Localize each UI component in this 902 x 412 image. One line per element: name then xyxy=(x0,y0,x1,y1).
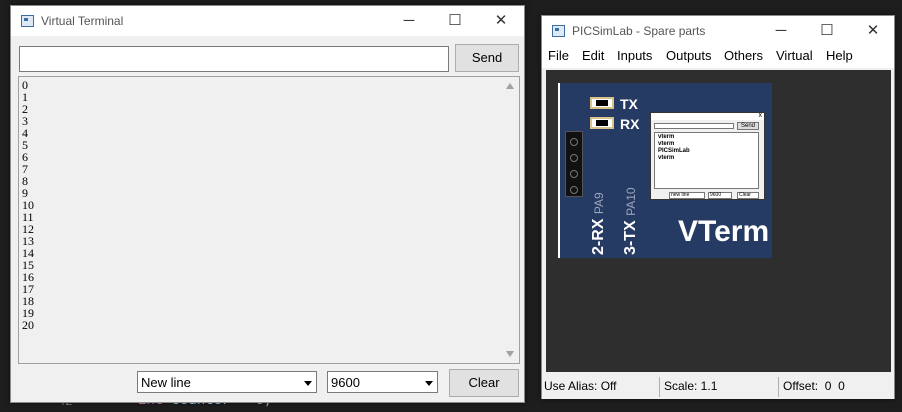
pin-2[interactable] xyxy=(570,154,578,162)
send-text-input[interactable] xyxy=(19,46,449,72)
scroll-down-arrow-icon[interactable] xyxy=(506,351,514,357)
pin-1[interactable] xyxy=(570,138,578,146)
menu-others[interactable]: Others xyxy=(724,48,763,63)
title-bar[interactable]: PICSimLab - Spare parts ─ ☐ ✕ xyxy=(542,16,894,46)
menu-outputs[interactable]: Outputs xyxy=(666,48,712,63)
clear-button[interactable]: Clear xyxy=(449,369,519,397)
scroll-up-arrow-icon[interactable] xyxy=(506,83,514,89)
menu-help[interactable]: Help xyxy=(826,48,853,63)
virtual-terminal-window: Virtual Terminal ─ ☐ ✕ Send 0 1 2 3 4 5 6 7 8 9 10… xyxy=(10,5,525,403)
menu-virtual[interactable]: Virtual xyxy=(776,48,813,63)
send-button[interactable]: Send xyxy=(455,44,519,72)
title-bar[interactable]: Virtual Terminal ─ ☐ ✕ xyxy=(11,6,524,36)
part-name: VTerm xyxy=(678,215,770,248)
mini-input xyxy=(654,123,734,129)
parts-canvas[interactable]: TX RX 2-RX PA9 3-TX PA10 x Send vterm vt… xyxy=(546,70,891,372)
rx-led xyxy=(590,117,614,129)
tx-led xyxy=(590,97,614,109)
line-ending-select[interactable]: New line xyxy=(137,371,317,393)
rx-pin-name: 2-RX xyxy=(590,218,607,255)
app-icon xyxy=(552,25,565,37)
chevron-down-icon xyxy=(304,381,312,386)
maximize-icon[interactable]: ☐ xyxy=(432,6,478,36)
line-ending-value: New line xyxy=(141,375,191,390)
menu-bar: File Edit Inputs Outputs Others Virtual … xyxy=(542,46,894,68)
tx-pin-name: 3-TX xyxy=(622,220,639,255)
mini-line-ending: new line xyxy=(669,192,705,199)
status-alias: Use Alias: Off xyxy=(544,379,617,393)
tx-led-label: TX xyxy=(620,96,638,112)
minimize-icon[interactable]: ─ xyxy=(758,16,804,46)
mini-line: PICSimLab xyxy=(658,148,690,154)
mini-line: vterm xyxy=(658,155,675,161)
maximize-icon[interactable]: ☐ xyxy=(804,16,850,46)
minimize-icon[interactable]: ─ xyxy=(386,6,432,36)
output-lines: 0 1 2 3 4 5 6 7 8 9 10 11 12 13 14 15 16 17 18 19 20 xyxy=(22,79,34,331)
chevron-down-icon xyxy=(425,381,433,386)
status-scale: Scale: 1.1 xyxy=(664,379,718,393)
output-line: 20 xyxy=(22,318,34,332)
status-bar: Use Alias: Off Scale: 1.1 Offset: 0 0 xyxy=(542,375,894,399)
mini-line: vterm xyxy=(658,134,675,140)
vertical-scrollbar[interactable] xyxy=(502,77,519,363)
tx-pin-port: PA10 xyxy=(624,187,638,216)
mini-output: vterm vterm PICSimLab vterm xyxy=(654,132,759,189)
baud-rate-value: 9600 xyxy=(331,375,360,390)
pin-header xyxy=(565,131,583,197)
board-edge xyxy=(558,83,560,258)
status-separator xyxy=(659,377,660,397)
mini-line: vterm xyxy=(658,141,675,147)
rx-pin-label: 2-RX PA9 xyxy=(590,192,608,255)
rx-pin-port: PA9 xyxy=(592,192,606,215)
window-title: Virtual Terminal xyxy=(41,14,124,28)
menu-edit[interactable]: Edit xyxy=(582,48,604,63)
pin-4[interactable] xyxy=(570,186,578,194)
app-icon xyxy=(21,15,34,27)
status-offset: Offset: 0 0 xyxy=(783,379,845,393)
vterm-part[interactable]: TX RX 2-RX PA9 3-TX PA10 x Send vterm vt… xyxy=(558,83,772,258)
pin-3[interactable] xyxy=(570,170,578,178)
mini-clear: Clear xyxy=(737,192,759,199)
mini-baud: 9600 xyxy=(708,192,732,199)
menu-inputs[interactable]: Inputs xyxy=(617,48,652,63)
close-icon[interactable]: ✕ xyxy=(850,16,896,46)
window-title: PICSimLab - Spare parts xyxy=(572,24,706,38)
menu-file[interactable]: File xyxy=(548,48,569,63)
mini-close-icon: x xyxy=(758,112,763,119)
close-icon[interactable]: ✕ xyxy=(478,6,524,36)
mini-title-bar: x xyxy=(651,112,764,120)
mini-send-button: Send xyxy=(737,122,759,130)
rx-led-label: RX xyxy=(620,116,640,132)
mini-terminal-preview: x Send vterm vterm PICSimLab vterm new l… xyxy=(650,112,765,200)
status-separator xyxy=(778,377,779,397)
baud-rate-select[interactable]: 9600 xyxy=(327,371,438,393)
picsimlab-spare-parts-window: PICSimLab - Spare parts ─ ☐ ✕ File Edit … xyxy=(541,15,895,399)
tx-pin-label: 3-TX PA10 xyxy=(622,187,640,255)
output-text-area[interactable]: 0 1 2 3 4 5 6 7 8 9 10 11 12 13 14 15 16 17 18 19 20 xyxy=(18,76,520,364)
